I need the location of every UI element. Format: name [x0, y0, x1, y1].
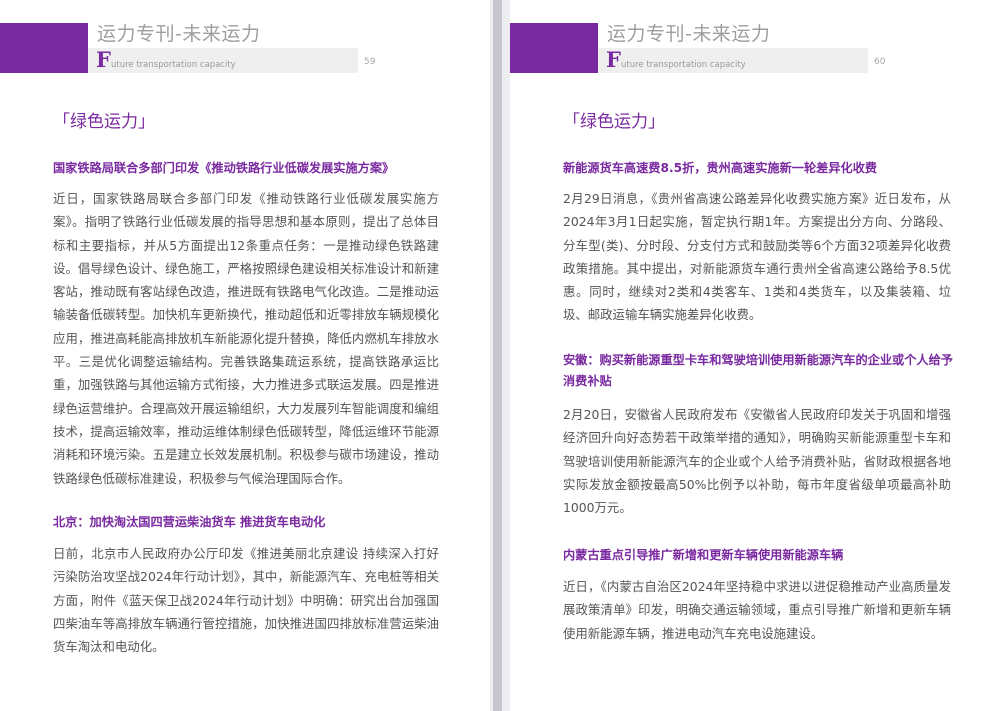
page-number: 60 [874, 57, 886, 67]
article-title: 安徽：购买新能源重型卡车和驾驶培训使用新能源汽车的企业或个人给予消费补贴 [563, 353, 953, 388]
article-body: 近日，国家铁路局联合多部门印发《推动铁路行业低碳发展实施方案》。指明了铁路行业低… [53, 191, 439, 486]
article-title: 新能源货车高速费8.5折，贵州高速实施新一轮差异化收费 [563, 161, 878, 175]
section-title: 「绿色运力」 [563, 112, 665, 132]
header-accent-block [0, 23, 88, 73]
book-spine [493, 0, 502, 711]
header-sub-text: uture transportation capacity [621, 60, 746, 70]
article-body: 近日，《内蒙古自治区2024年坚持稳中求进以进促稳推动产业高质量发展政策清单》印… [563, 579, 951, 641]
section-title: 「绿色运力」 [53, 112, 155, 132]
article-title: 内蒙古重点引导推广新增和更新车辆使用新能源车辆 [563, 548, 844, 562]
header-title: 运力专刊-未来运力 [97, 23, 261, 45]
header-sub-initial: F [96, 47, 111, 72]
header-sub-text: uture transportation capacity [111, 60, 236, 70]
article-title: 国家铁路局联合多部门印发《推动铁路行业低碳发展实施方案》 [53, 161, 395, 175]
right-page: 运力专刊-未来运力 F uture transportation capacit… [510, 0, 1002, 711]
article-body: 2月20日，安徽省人民政府发布《安徽省人民政府印发关于巩固和增强经济回升向好态势… [563, 407, 951, 516]
header-accent-block [510, 23, 598, 73]
left-page: 运力专刊-未来运力 F uture transportation capacit… [0, 0, 490, 711]
article-title: 北京：加快淘汰国四营运柴油货车 推进货车电动化 [53, 515, 326, 529]
page-number: 59 [364, 57, 376, 67]
header-sub-initial: F [606, 47, 621, 72]
page-gutter [490, 0, 510, 711]
article-body: 日前，北京市人民政府办公厅印发《推进美丽北京建设 持续深入打好污染防治攻坚战20… [53, 546, 439, 655]
article-body: 2月29日消息，《贵州省高速公路差异化收费实施方案》近日发布，从2024年3月1… [563, 191, 951, 323]
header-title: 运力专刊-未来运力 [607, 23, 771, 45]
